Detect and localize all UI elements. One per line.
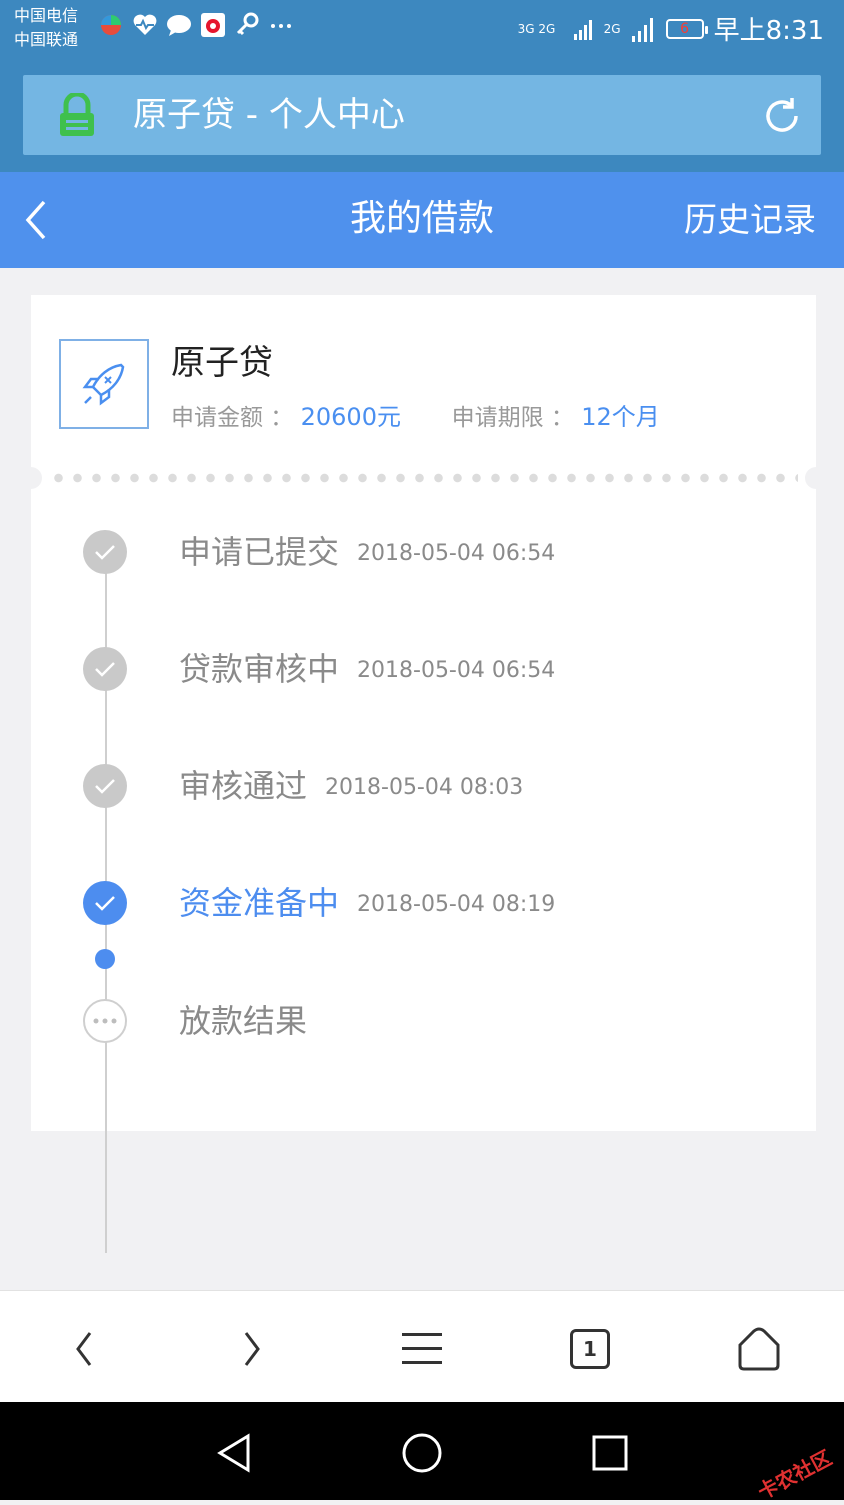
step-label: 放款结果 [179,1002,308,1040]
chevron-left-icon [76,1332,92,1366]
chevron-right-icon [244,1332,260,1366]
message-icon [166,12,192,38]
clock: 早上8:31 [713,16,824,46]
circle-home-icon [402,1433,442,1473]
browser-back-button[interactable] [54,1321,114,1377]
product-logo [59,339,149,429]
carrier-1: 中国电信 [14,6,79,25]
browser-toolbar: 原子贷 - 个人中心 [0,56,844,172]
step-time: 2018-05-04 08:03 [325,775,524,800]
heart-rate-icon [132,12,158,38]
step-label: 资金准备中 [179,884,340,922]
signal-1-label: 3G 2G [517,21,556,36]
ticket-divider [20,467,827,489]
signal-1-icon [573,19,592,40]
term-label: 申请期限 ： [451,405,574,431]
nav-home-button[interactable] [392,1426,452,1480]
carrier-2: 中国联通 [14,30,79,49]
step-label: 贷款审核中 [179,650,340,688]
menu-icon [402,1333,442,1364]
timeline-step: 审核通过 2018-05-04 08:03 [31,762,816,812]
notification-icons [98,12,294,38]
signal-2-label: 2G [603,21,621,36]
step-label: 申请已提交 [179,533,340,571]
battery-level: 6 [680,20,690,37]
loan-card: 原子贷 申请金额 ： 20600元 申请期限 ： 12个月 申请已提交 2018-… [20,295,827,1253]
timeline-step-active: 资金准备中 2018-05-04 08:19 [31,879,816,929]
step-label: 审核通过 [179,767,308,805]
check-icon [83,764,127,808]
timeline-step: 贷款审核中 2018-05-04 06:54 [31,645,816,695]
watermark-logo: 卡农社区 [753,1445,836,1505]
step-time: 2018-05-04 06:54 [357,658,556,683]
ellipsis-icon [83,999,127,1043]
nav-back-button[interactable] [204,1426,264,1480]
history-button[interactable]: 历史记录 [684,196,816,244]
nav-recents-button[interactable] [580,1426,640,1480]
address-bar[interactable]: 原子贷 - 个人中心 [23,75,821,155]
tabs-button[interactable]: 1 [560,1321,620,1377]
product-name: 原子贷 [171,343,273,383]
app-header: 我的借款 历史记录 [0,172,844,268]
refresh-icon[interactable] [761,95,803,141]
browser-forward-button[interactable] [222,1321,282,1377]
term-value: 12个月 [581,403,660,431]
system-indicators: 3G 2G 2G 6 早上8:31 [518,10,824,47]
home-icon [738,1327,780,1371]
square-recents-icon [592,1435,628,1471]
app-sync-icon [98,12,124,38]
status-bar: 中国电信 中国联通 3G 2G 2G 6 早上8:31 [0,0,844,56]
carrier-info: 中国电信 中国联通 [14,4,78,52]
browser-menu-button[interactable] [392,1321,452,1377]
triangle-back-icon [217,1433,250,1473]
loan-meta: 申请金额 ： 20600元 申请期限 ： 12个月 [171,397,660,432]
amount-label: 申请金额 ： [171,405,294,431]
android-nav-bar: 卡农社区 [0,1402,844,1504]
home-button[interactable] [729,1321,789,1377]
check-icon [83,881,127,925]
step-time: 2018-05-04 06:54 [357,541,556,566]
check-icon [83,647,127,691]
battery-icon: 6 [665,18,708,39]
browser-bottom-bar: 1 [0,1290,844,1403]
weibo-icon [200,12,226,38]
more-icon [268,12,294,38]
step-time: 2018-05-04 08:19 [357,892,556,917]
lock-icon [57,91,97,141]
progress-dot [95,949,115,969]
tab-count: 1 [570,1329,610,1369]
timeline-step: 申请已提交 2018-05-04 06:54 [31,528,816,578]
rocket-icon [82,363,125,406]
timeline-step-pending: 放款结果 [31,997,816,1047]
signal-2-icon [631,17,653,42]
amount-value: 20600元 [300,403,401,431]
check-icon [83,530,127,574]
key-icon [234,12,260,38]
page-title-url: 原子贷 - 个人中心 [133,95,405,135]
